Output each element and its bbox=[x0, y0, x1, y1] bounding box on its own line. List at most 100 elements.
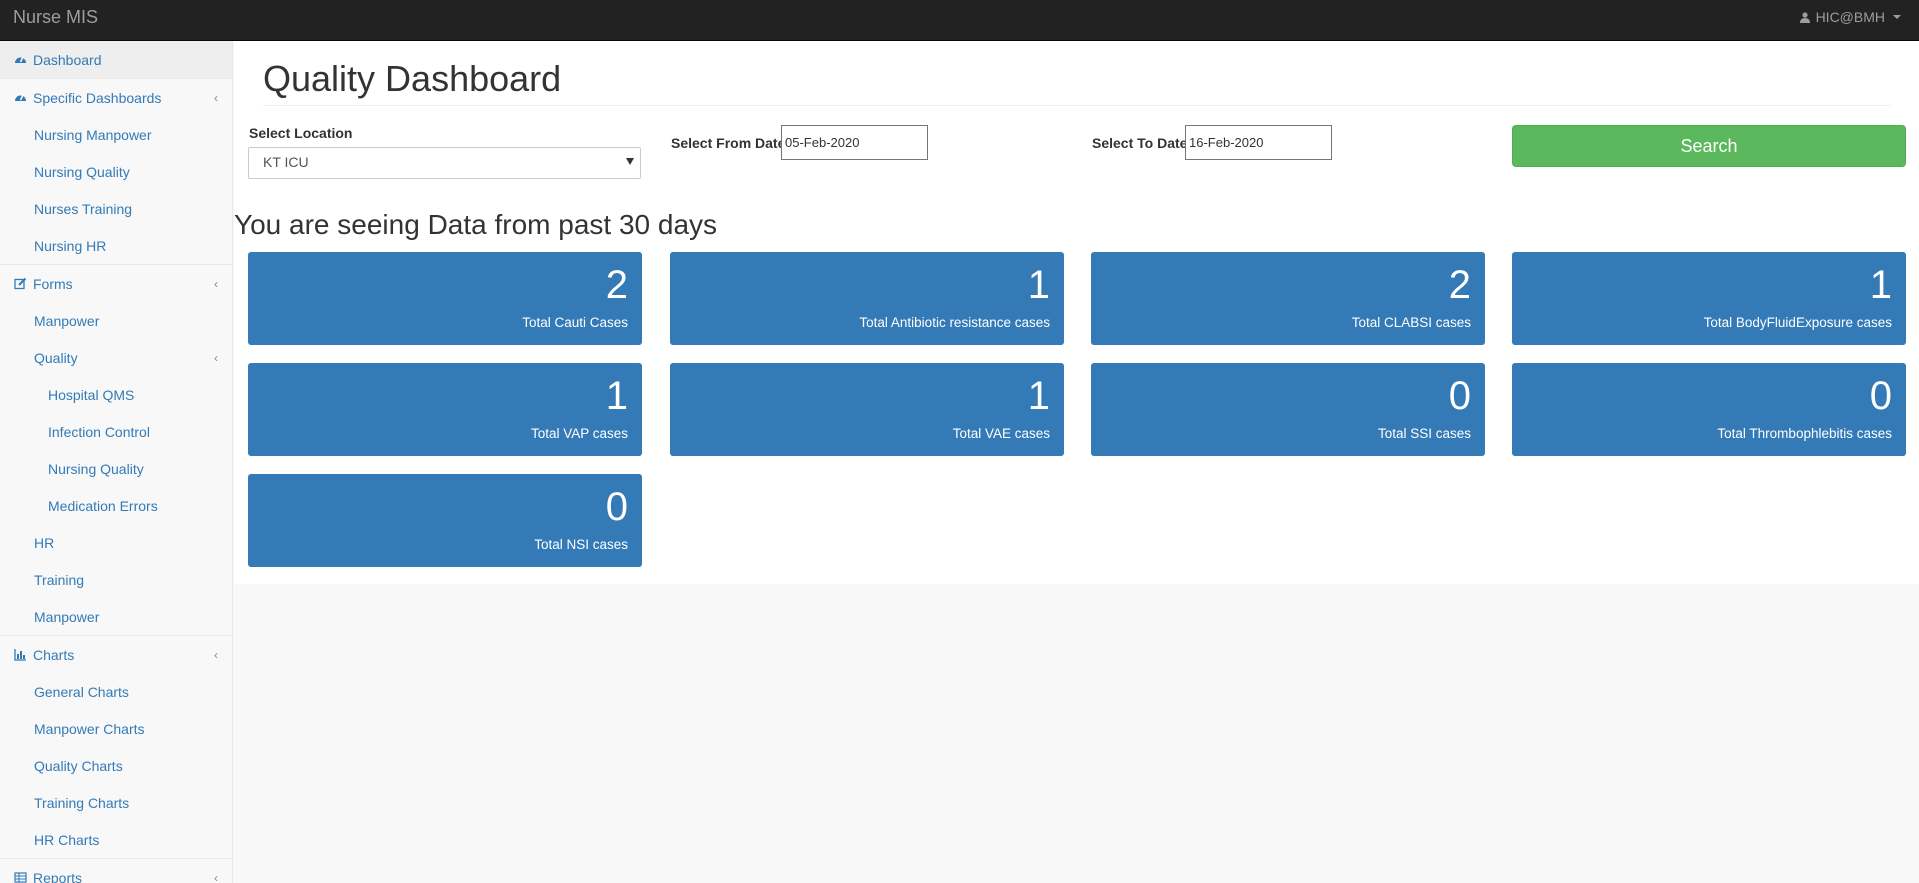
main-content: Quality Dashboard Select Location KT ICU… bbox=[234, 41, 1919, 584]
sidebar-item-training-charts[interactable]: Training Charts bbox=[0, 784, 232, 821]
chevron-left-icon: ‹ bbox=[214, 648, 218, 662]
stat-tile-thrombophlebitis[interactable]: 0 Total Thrombophlebitis cases bbox=[1512, 363, 1906, 456]
sidebar-item-manpower[interactable]: Manpower bbox=[0, 598, 232, 635]
user-name: HIC@BMH bbox=[1815, 9, 1885, 25]
sidebar-item-label: HR Charts bbox=[34, 831, 100, 848]
stat-tile-body-fluid-exposure[interactable]: 1 Total BodyFluidExposure cases bbox=[1512, 252, 1906, 345]
stat-value: 1 bbox=[1027, 374, 1050, 418]
sidebar-item-label: Nursing Quality bbox=[34, 163, 130, 180]
to-date-label: Select To Date: bbox=[1092, 135, 1193, 151]
sidebar-item-infection-control[interactable]: Infection Control bbox=[0, 413, 232, 450]
sidebar-item-label: Forms bbox=[33, 275, 73, 292]
sidebar-item-label: Quality bbox=[34, 349, 78, 366]
sidebar-item-dashboard[interactable]: Dashboard bbox=[0, 41, 232, 78]
sidebar-item-label: Nursing HR bbox=[34, 237, 107, 254]
stat-label: Total VAP cases bbox=[530, 426, 628, 441]
dashboard-icon bbox=[14, 91, 27, 104]
sidebar-item-label: Quality Charts bbox=[34, 757, 123, 774]
sidebar-item-nursing-hr[interactable]: Nursing HR bbox=[0, 227, 232, 264]
sidebar-item-specific-dashboards[interactable]: Specific Dashboards ‹ bbox=[0, 79, 232, 116]
sidebar-item-forms[interactable]: Forms ‹ bbox=[0, 265, 232, 302]
sidebar-item-label: Training Charts bbox=[34, 794, 130, 811]
sidebar-item-label: Nurses Training bbox=[34, 200, 133, 217]
sidebar-item-nursing-quality[interactable]: Nursing Quality bbox=[0, 153, 232, 190]
to-date-input[interactable] bbox=[1185, 125, 1332, 160]
title-divider bbox=[263, 105, 1891, 106]
sidebar-item-label: General Charts bbox=[34, 683, 129, 700]
location-label: Select Location bbox=[249, 125, 353, 141]
sidebar-item-quality-nursing-quality[interactable]: Nursing Quality bbox=[0, 450, 232, 487]
sidebar-item-label: Infection Control bbox=[48, 423, 150, 440]
caret-down-icon bbox=[1893, 15, 1901, 19]
sidebar-item-hr-charts[interactable]: HR Charts bbox=[0, 821, 232, 858]
chevron-left-icon: ‹ bbox=[214, 871, 218, 883]
sidebar-item-medication-errors[interactable]: Medication Errors bbox=[0, 487, 232, 524]
bar-chart-icon bbox=[14, 648, 27, 661]
data-range-notice: You are seeing Data from past 30 days bbox=[234, 209, 718, 240]
stat-label: Total Cauti Cases bbox=[522, 315, 628, 330]
stat-tile-antibiotic-resistance[interactable]: 1 Total Antibiotic resistance cases bbox=[670, 252, 1064, 345]
dashboard-icon bbox=[14, 53, 27, 66]
chevron-left-icon: ‹ bbox=[214, 351, 218, 365]
chevron-left-icon: ‹ bbox=[214, 277, 218, 291]
sidebar-item-quality-charts[interactable]: Quality Charts bbox=[0, 747, 232, 784]
stat-value: 2 bbox=[1448, 263, 1471, 307]
stat-label: Total Thrombophlebitis cases bbox=[1717, 426, 1892, 441]
sidebar-item-label: Manpower Charts bbox=[34, 720, 145, 737]
sidebar-item-label: Reports bbox=[33, 869, 83, 883]
sidebar-item-manpower-charts[interactable]: Manpower Charts bbox=[0, 710, 232, 747]
sidebar-item-label: Nursing Quality bbox=[48, 460, 144, 477]
location-select[interactable]: KT ICU bbox=[248, 147, 641, 179]
stat-label: Total SSI cases bbox=[1377, 426, 1471, 441]
sidebar-item-label: Nursing Manpower bbox=[34, 126, 152, 143]
top-navbar: Nurse MIS HIC@BMH bbox=[0, 0, 1919, 41]
user-menu[interactable]: HIC@BMH bbox=[1799, 9, 1901, 25]
stat-tile-cauti[interactable]: 2 Total Cauti Cases bbox=[248, 252, 642, 345]
page-title: Quality Dashboard bbox=[263, 58, 562, 99]
sidebar-item-charts[interactable]: Charts ‹ bbox=[0, 636, 232, 673]
sidebar-item-quality[interactable]: Quality ‹ bbox=[0, 339, 232, 376]
stat-tile-clabsi[interactable]: 2 Total CLABSI cases bbox=[1091, 252, 1485, 345]
sidebar-item-label: Medication Errors bbox=[48, 497, 158, 514]
stat-label: Total NSI cases bbox=[534, 537, 628, 552]
user-icon bbox=[1799, 11, 1810, 23]
stat-label: Total VAE cases bbox=[952, 426, 1050, 441]
sidebar: Dashboard Specific Dashboards ‹ Nursing … bbox=[0, 41, 233, 883]
sidebar-item-label: Dashboard bbox=[33, 51, 102, 68]
stat-tile-ssi[interactable]: 0 Total SSI cases bbox=[1091, 363, 1485, 456]
dropdown-arrow-icon bbox=[626, 158, 634, 165]
sidebar-item-label: Manpower bbox=[34, 312, 100, 329]
stat-tile-vap[interactable]: 1 Total VAP cases bbox=[248, 363, 642, 456]
stat-label: Total CLABSI cases bbox=[1351, 315, 1471, 330]
sidebar-item-reports[interactable]: Reports ‹ bbox=[0, 859, 232, 883]
sidebar-item-general-charts[interactable]: General Charts bbox=[0, 673, 232, 710]
sidebar-item-training[interactable]: Training bbox=[0, 561, 232, 598]
stat-value: 2 bbox=[605, 263, 628, 307]
sidebar-item-hr[interactable]: HR bbox=[0, 524, 232, 561]
table-icon bbox=[14, 871, 27, 883]
sidebar-item-nursing-manpower[interactable]: Nursing Manpower bbox=[0, 116, 232, 153]
search-button[interactable]: Search bbox=[1512, 125, 1906, 167]
from-date-input[interactable] bbox=[781, 125, 928, 160]
stat-label: Total BodyFluidExposure cases bbox=[1703, 315, 1892, 330]
sidebar-item-label: Charts bbox=[33, 646, 75, 663]
sidebar-item-nurses-training[interactable]: Nurses Training bbox=[0, 190, 232, 227]
location-select-value: KT ICU bbox=[263, 154, 309, 170]
stat-label: Total Antibiotic resistance cases bbox=[859, 315, 1050, 330]
sidebar-item-label: HR bbox=[34, 534, 55, 551]
brand-name[interactable]: Nurse MIS bbox=[13, 7, 98, 28]
stat-value: 0 bbox=[1448, 374, 1471, 418]
sidebar-item-label: Hospital QMS bbox=[48, 386, 135, 403]
stat-tile-nsi[interactable]: 0 Total NSI cases bbox=[248, 474, 642, 567]
stat-value: 1 bbox=[1027, 263, 1050, 307]
chevron-left-icon: ‹ bbox=[214, 91, 218, 105]
stat-tile-vae[interactable]: 1 Total VAE cases bbox=[670, 363, 1064, 456]
sidebar-item-forms-manpower[interactable]: Manpower bbox=[0, 302, 232, 339]
from-date-label: Select From Date: bbox=[671, 135, 791, 151]
sidebar-item-label: Training bbox=[34, 571, 85, 588]
edit-icon bbox=[14, 277, 27, 290]
stat-value: 1 bbox=[605, 374, 628, 418]
stat-value: 0 bbox=[1869, 374, 1892, 418]
stat-value: 0 bbox=[605, 485, 628, 529]
sidebar-item-hospital-qms[interactable]: Hospital QMS bbox=[0, 376, 232, 413]
